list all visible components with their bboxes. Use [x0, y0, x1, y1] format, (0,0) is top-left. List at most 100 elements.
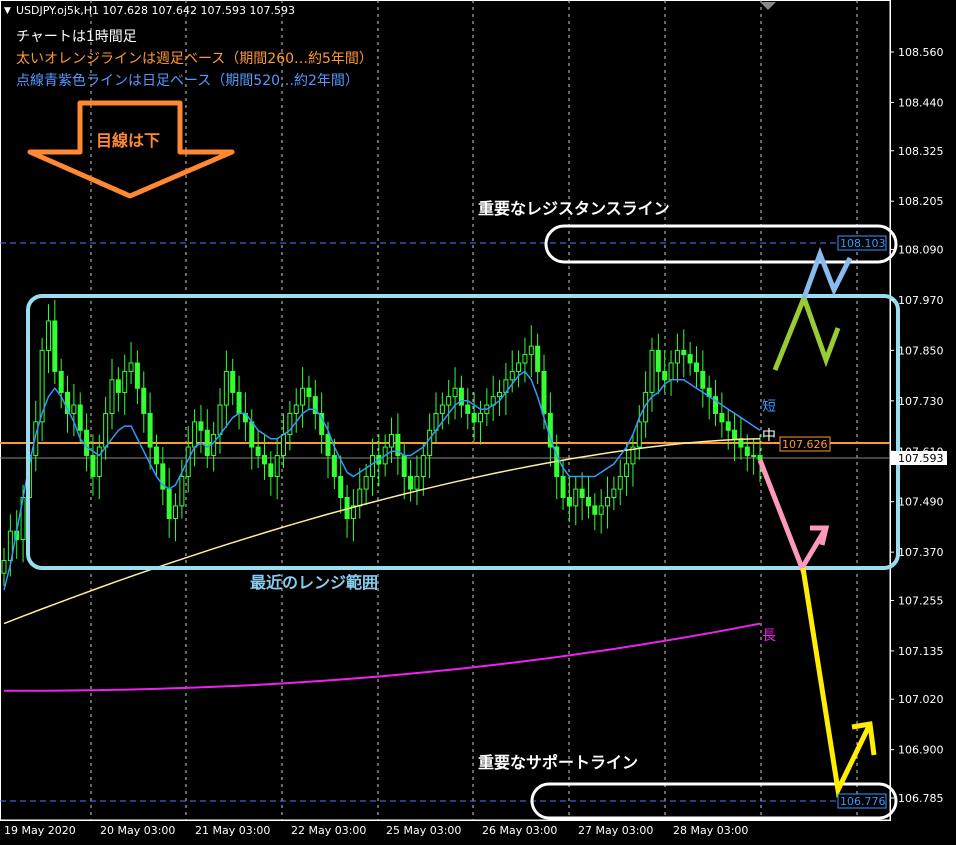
candle-body — [134, 362, 140, 389]
candle-body — [617, 475, 623, 490]
candle-body — [687, 354, 693, 364]
candle-body — [306, 387, 312, 398]
candle-body — [751, 454, 757, 457]
price-tick-label: 107.730 — [898, 395, 944, 408]
time-tick-label: 19 May 2020 — [4, 824, 76, 837]
candle-body — [230, 370, 236, 393]
candle-body — [166, 488, 172, 520]
symbol-line: USDJPY.oj5k,H1 107.628 107.642 107.593 1… — [16, 4, 295, 17]
price-tick-label: 107.370 — [898, 546, 944, 559]
candle-body — [700, 370, 706, 389]
ma-short-label: 短 — [762, 399, 776, 415]
resistance-price-value: 108.103 — [840, 237, 886, 250]
candle-body — [217, 404, 223, 435]
price-tick-label: 107.135 — [898, 645, 944, 658]
candle-body — [585, 496, 591, 507]
candle-body — [408, 475, 414, 490]
ma-mid-label: 中 — [762, 428, 776, 444]
candle-body — [249, 421, 255, 448]
candle-body — [52, 320, 58, 372]
candle-body — [725, 421, 731, 431]
candle-body — [109, 379, 115, 414]
time-tick-label: 25 May 03:00 — [386, 824, 461, 837]
candle-body — [662, 370, 668, 381]
candle-body — [198, 421, 204, 431]
candle-body — [363, 475, 369, 490]
note-orange-line: 太いオレンジラインは週足ベース（期間260…約5年間） — [16, 51, 373, 67]
candle-body — [141, 387, 147, 414]
price-tick-label: 108.325 — [898, 145, 944, 158]
candle-body — [223, 370, 229, 406]
candle-body — [369, 454, 375, 477]
candle-body — [293, 404, 299, 414]
note-dashed-line: 点線青紫色ラインは日足ベース（期間520…約2年間） — [16, 73, 359, 89]
candle-body — [255, 446, 261, 456]
candle-body — [45, 320, 51, 351]
chevron-down-icon[interactable]: ▼ — [4, 6, 11, 16]
time-tick-label: 20 May 03:00 — [100, 824, 175, 837]
candle-body — [624, 463, 630, 477]
candle-body — [516, 362, 522, 372]
candle-body — [204, 429, 210, 456]
price-tick-label: 106.900 — [898, 744, 944, 757]
orange-price-value: 107.626 — [782, 438, 828, 451]
candle-body — [401, 454, 407, 477]
candle-body — [128, 362, 134, 372]
candle-body — [636, 421, 642, 448]
time-tick-label: 28 May 03:00 — [673, 824, 748, 837]
candle-body — [579, 488, 585, 498]
candle-body — [668, 362, 674, 381]
price-tick-label: 107.970 — [898, 294, 944, 307]
candle-body — [179, 475, 185, 507]
time-tick-label: 22 May 03:00 — [291, 824, 366, 837]
price-tick-label: 108.560 — [898, 46, 944, 59]
candle-body — [477, 412, 483, 423]
candle-body — [674, 349, 680, 364]
candle-body — [693, 362, 699, 372]
candle-body — [325, 433, 331, 456]
candle-body — [497, 391, 503, 398]
candle-body — [115, 379, 121, 393]
candle-body — [236, 391, 242, 414]
candle-body — [566, 496, 572, 507]
candle-body — [605, 496, 611, 507]
price-tick-label: 106.785 — [898, 792, 944, 805]
candle-body — [90, 454, 96, 477]
candle-body — [535, 345, 541, 372]
arrow-label: 目線は下 — [96, 131, 160, 150]
range-label: 最近のレンジ範囲 — [250, 573, 378, 592]
price-tick-label: 107.255 — [898, 594, 944, 607]
candle-body — [592, 505, 598, 515]
candle-body — [84, 429, 90, 456]
candle-body — [611, 488, 617, 498]
candle-body — [274, 454, 280, 477]
support-price-value: 106.776 — [840, 795, 886, 808]
plot-frame — [0, 0, 891, 821]
candle-body — [1, 560, 7, 574]
candle-body — [153, 446, 159, 465]
candle-body — [598, 505, 604, 515]
candle-body — [71, 404, 77, 414]
candle-body — [103, 412, 109, 448]
time-tick-label: 21 May 03:00 — [195, 824, 270, 837]
candle-body — [420, 454, 426, 477]
price-tick-label: 107.490 — [898, 496, 944, 509]
candle-body — [471, 412, 477, 423]
candle-body — [147, 412, 153, 448]
candle-body — [77, 404, 83, 431]
candle-body — [122, 370, 128, 393]
candle-body — [452, 387, 458, 398]
candle-body — [338, 475, 344, 498]
candle-body — [192, 421, 198, 448]
candle-body — [681, 349, 687, 356]
price-tick-label: 107.020 — [898, 693, 944, 706]
price-tick-label: 108.090 — [898, 244, 944, 257]
candle-body — [173, 505, 179, 520]
candle-body — [427, 429, 433, 456]
note-timeframe: チャートは1時間足 — [16, 29, 137, 45]
candle-body — [560, 475, 566, 498]
candle-body — [465, 404, 471, 414]
candle-body — [528, 345, 534, 356]
price-tick-label: 107.850 — [898, 344, 944, 357]
candle-body — [573, 488, 579, 507]
